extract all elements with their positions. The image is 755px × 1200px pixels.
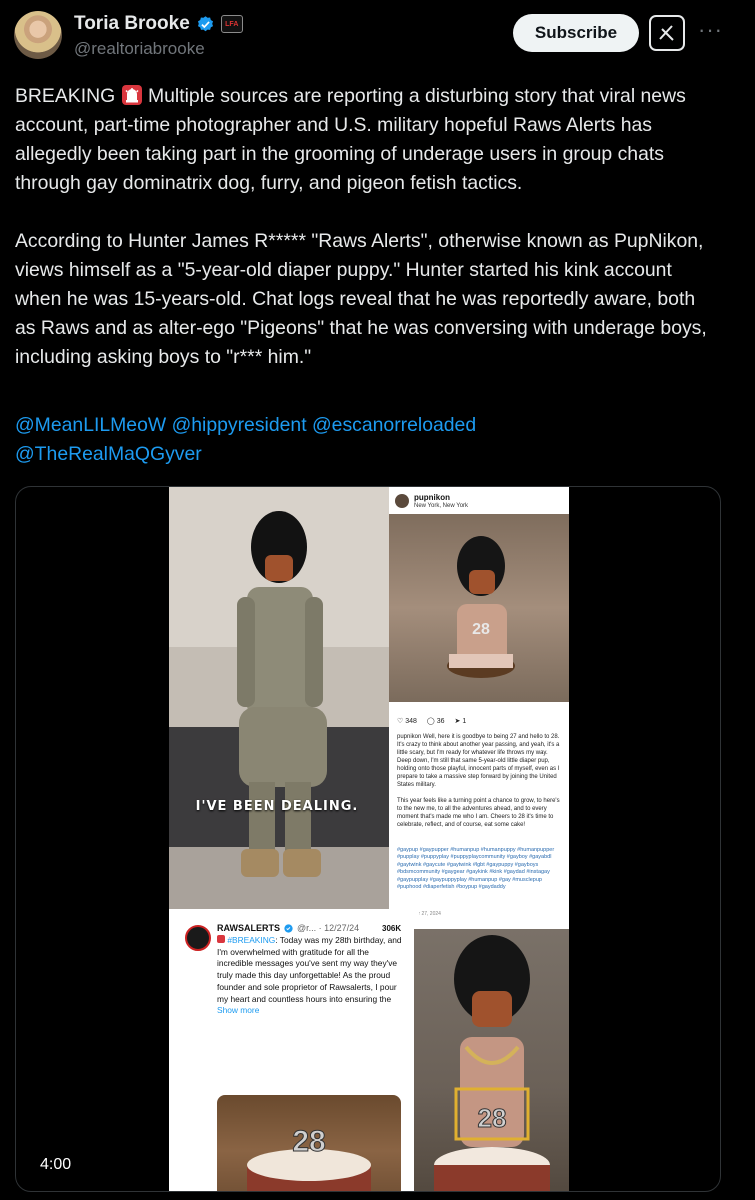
rawsalerts-name: RAWSALERTS xyxy=(217,923,280,933)
insta-avatar xyxy=(395,494,409,508)
video-frame-cake: 28 xyxy=(414,929,569,1191)
svg-text:28: 28 xyxy=(472,621,490,638)
insta-photo: 28 xyxy=(389,514,569,702)
cake-number: 28 xyxy=(292,1125,325,1158)
verified-badge-icon[interactable] xyxy=(196,15,215,34)
soldier-image xyxy=(169,487,391,909)
comment-icon[interactable]: ◯ 36 xyxy=(427,717,445,725)
subscribe-button[interactable]: Subscribe xyxy=(513,14,639,52)
rawsalerts-header: RAWSALERTS @r... · 12/27/24 xyxy=(217,923,359,933)
mention-link[interactable]: @escanorreloaded xyxy=(312,414,476,436)
author-handle[interactable]: @realtoriabrooke xyxy=(74,39,205,59)
breaking-hashtag: #BREAKING xyxy=(227,935,276,945)
insta-caption: pupnikon Well, here it is goodbye to bei… xyxy=(397,734,560,828)
insta-hashtags: #gaypup #gaypupper #humanpup #humanpuppy… xyxy=(397,847,555,891)
rawsalerts-count: 306K xyxy=(382,924,402,933)
mention-link[interactable]: @TheRealMaQGyver xyxy=(15,443,202,465)
mention-link[interactable]: @MeanLILMeoW xyxy=(15,414,166,436)
mentions-list: @MeanLILMeoW @hippyresident @escanorrelo… xyxy=(15,411,715,469)
rawsalerts-meta: @r... · 12/27/24 xyxy=(297,923,360,933)
affiliate-badge-icon[interactable]: LFA xyxy=(220,15,243,33)
heart-icon[interactable]: ♡ 348 xyxy=(397,717,417,725)
video-caption: I'VE BEEN DEALING. xyxy=(195,799,359,814)
siren-emoji-icon xyxy=(217,935,225,943)
birthday-cake-image: 28 xyxy=(217,1095,401,1191)
rawsalerts-text: : Today was my 28th birthday, and I'm ov… xyxy=(217,935,402,1004)
more-options-icon[interactable]: ··· xyxy=(698,17,723,43)
video-player[interactable]: I'VE BEEN DEALING. pupnikon New York, Ne… xyxy=(15,486,721,1192)
insta-username: pupnikon xyxy=(414,493,450,502)
author-name-row: Toria Brooke LFA xyxy=(74,13,243,35)
author-name[interactable]: Toria Brooke xyxy=(74,13,190,35)
tweet-text: BREAKING Multiple sources are reporting … xyxy=(15,82,720,372)
rawsalerts-logo xyxy=(185,925,211,951)
show-more-link: Show more xyxy=(217,1005,260,1016)
siren-emoji-icon xyxy=(121,85,142,105)
insta-location: New York, New York xyxy=(414,503,469,509)
grok-icon[interactable] xyxy=(649,15,685,51)
verified-badge-icon xyxy=(284,923,293,933)
rawsalerts-tweet: RAWSALERTS @r... · 12/27/24 306K #BREAKI… xyxy=(169,909,419,1191)
cake-number: 28 xyxy=(478,1103,507,1133)
instagram-post: pupnikon New York, New York 28 ♡ 348 ◯ 3… xyxy=(389,487,569,929)
insta-stats: ♡ 348 ◯ 36 ➤ 1 xyxy=(397,717,466,725)
mention-link[interactable]: @hippyresident xyxy=(172,414,307,436)
tweet-prefix: BREAKING xyxy=(15,85,116,107)
rawsalerts-body: #BREAKING: Today was my 28th birthday, a… xyxy=(217,935,407,1017)
share-icon[interactable]: ➤ 1 xyxy=(455,717,467,725)
author-avatar[interactable] xyxy=(14,11,62,59)
tweet-body: Multiple sources are reporting a disturb… xyxy=(15,85,707,368)
video-frame-soldier: I'VE BEEN DEALING. xyxy=(169,487,391,909)
video-duration: 4:00 xyxy=(40,1156,72,1173)
